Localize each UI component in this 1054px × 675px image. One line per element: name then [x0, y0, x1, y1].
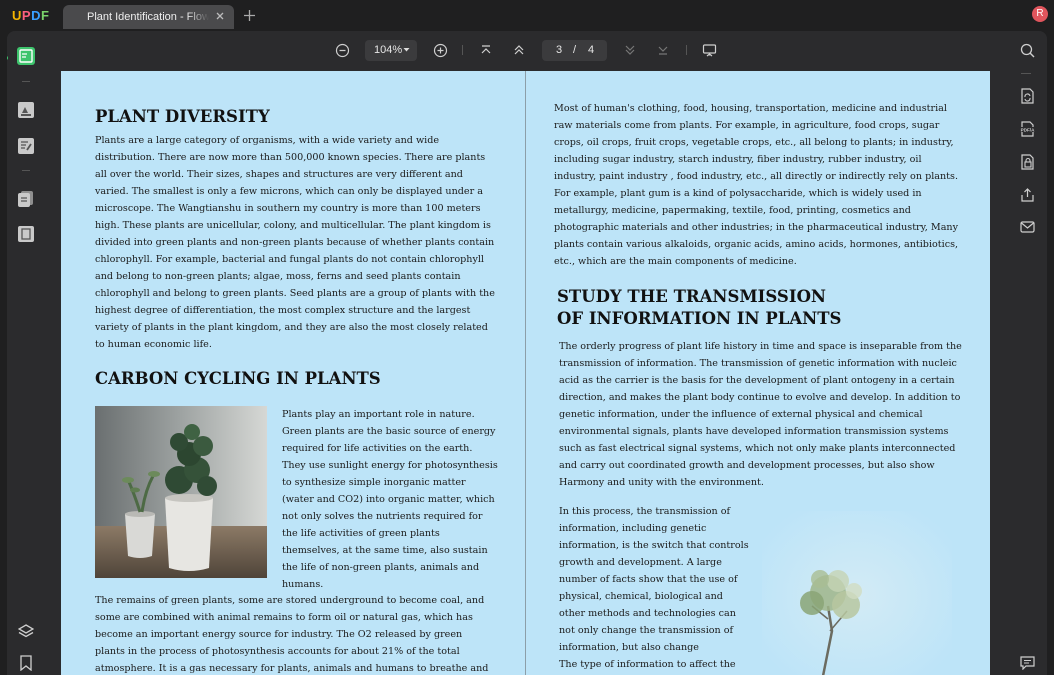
svg-text:PDF/A: PDF/A [1020, 127, 1034, 132]
page-tools-icon[interactable] [15, 223, 37, 245]
app-window: 104% 3 / 4 [7, 31, 1047, 675]
protect-icon[interactable] [1016, 151, 1038, 173]
page-separator: / [573, 44, 576, 56]
document-tab[interactable]: Plant Identification - Flowers [63, 5, 234, 29]
right-sidebar: PDF/A [1007, 31, 1047, 675]
zoom-out-icon[interactable] [334, 42, 350, 58]
previous-page-icon[interactable] [511, 42, 527, 58]
updf-logo: UPDF [12, 8, 49, 23]
view-toolbar: 104% 3 / 4 [45, 31, 1007, 69]
share-icon[interactable] [1016, 184, 1038, 206]
bookmark-icon[interactable] [15, 652, 37, 674]
new-tab-plus-icon[interactable] [243, 9, 256, 22]
paragraph: The remains of green plants, some are st… [95, 592, 495, 675]
comment-icon[interactable] [1016, 652, 1038, 674]
organize-pages-icon[interactable] [15, 188, 37, 210]
divider [462, 45, 463, 55]
active-indicator [7, 56, 8, 60]
highlight-icon[interactable] [15, 99, 37, 121]
potted-succulents-image [95, 406, 267, 578]
divider [22, 170, 30, 171]
tab-title: Plant Identification - Flowers [87, 11, 209, 23]
paragraph: The orderly progress of plant life histo… [559, 338, 964, 491]
search-icon[interactable] [1016, 39, 1038, 61]
first-page-icon[interactable] [478, 42, 494, 58]
paragraph: Plants play an important role in nature.… [282, 406, 498, 593]
zoom-in-icon[interactable] [432, 42, 448, 58]
current-page: 3 [556, 44, 562, 56]
convert-icon[interactable] [1016, 85, 1038, 107]
divider [22, 81, 30, 82]
paragraph: In this process, the transmission of inf… [559, 503, 749, 656]
title-bar: UPDF Plant Identification - Flowers R [0, 0, 1054, 32]
close-icon[interactable] [214, 10, 226, 22]
email-icon[interactable] [1016, 216, 1038, 238]
page-3: PLANT DIVERSITY Plants are a large categ… [61, 71, 525, 675]
layers-icon[interactable] [15, 620, 37, 642]
presentation-icon[interactable] [701, 42, 717, 58]
document-view: PLANT DIVERSITY Plants are a large categ… [61, 71, 990, 675]
small-tree-image [762, 511, 952, 675]
zoom-level-select[interactable]: 104% [365, 40, 417, 61]
divider [1021, 73, 1031, 74]
user-avatar[interactable]: R [1032, 6, 1048, 22]
pdf-a-icon[interactable]: PDF/A [1016, 118, 1038, 140]
next-page-icon[interactable] [622, 42, 638, 58]
paragraph-block: In this process, the transmission of inf… [559, 503, 749, 673]
heading-information-transmission: STUDY THE TRANSMISSION OF INFORMATION IN… [557, 286, 857, 330]
divider [686, 45, 687, 55]
page-number-field[interactable]: 3 / 4 [542, 40, 607, 61]
paragraph: Plants are a large category of organisms… [95, 132, 495, 353]
chevron-down-icon [403, 46, 410, 53]
heading-carbon-cycling: CARBON CYCLING IN PLANTS [95, 368, 495, 390]
left-sidebar [7, 31, 45, 675]
page-4: Most of human's clothing, food, housing,… [526, 71, 990, 675]
heading-plant-diversity: PLANT DIVERSITY [95, 106, 495, 128]
paragraph: Most of human's clothing, food, housing,… [554, 100, 964, 270]
paragraph: The type of information to affect the [559, 656, 749, 673]
total-pages: 4 [588, 44, 594, 56]
edit-icon[interactable] [15, 135, 37, 157]
last-page-icon[interactable] [655, 42, 671, 58]
reader-mode-icon[interactable] [15, 45, 37, 67]
zoom-value: 104% [374, 44, 402, 56]
